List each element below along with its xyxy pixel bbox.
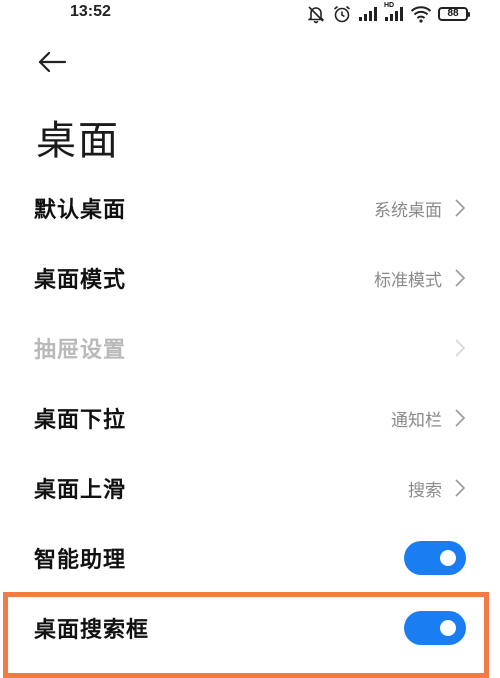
network-hd-label: HD	[384, 2, 395, 9]
toggle-knob	[440, 550, 456, 566]
setting-value: 搜索	[408, 480, 442, 501]
back-button[interactable]	[34, 46, 70, 82]
setting-label: 抽屉设置	[34, 338, 127, 363]
battery-level: 88	[447, 8, 459, 19]
toggle-knob	[440, 620, 456, 636]
setting-desktop-mode[interactable]: 桌面模式 标准模式	[0, 243, 500, 313]
setting-swipe-down[interactable]: 桌面下拉 通知栏	[0, 383, 500, 453]
setting-default-launcher[interactable]: 默认桌面 系统桌面	[0, 173, 500, 243]
setting-search-bar[interactable]: 桌面搜索框	[0, 593, 500, 663]
chevron-right-icon	[454, 408, 466, 428]
alarm-icon	[332, 4, 352, 24]
smart-assistant-toggle[interactable]	[404, 541, 466, 575]
wifi-icon	[410, 5, 432, 23]
chevron-right-icon	[454, 198, 466, 218]
settings-list: 默认桌面 系统桌面 桌面模式 标准模式 抽屉设置 桌面下拉 通知栏 桌面上滑 搜…	[0, 173, 500, 663]
mute-icon	[306, 4, 326, 24]
setting-label: 桌面模式	[34, 268, 127, 293]
status-icons: HD 88	[306, 2, 470, 24]
status-bar: 13:52 HD 88	[0, 0, 500, 28]
signal-hd-icon: HD	[384, 2, 404, 22]
search-bar-toggle[interactable]	[404, 611, 466, 645]
setting-value: 通知栏	[391, 410, 442, 431]
arrow-left-icon	[37, 50, 67, 78]
chevron-right-icon	[454, 338, 466, 358]
chevron-right-icon	[454, 268, 466, 288]
chevron-right-icon	[454, 478, 466, 498]
setting-drawer: 抽屉设置	[0, 313, 500, 383]
status-time: 13:52	[70, 3, 111, 20]
setting-value: 标准模式	[374, 270, 442, 291]
setting-label: 桌面上滑	[34, 478, 127, 503]
setting-label: 默认桌面	[34, 198, 127, 223]
signal-icon	[358, 6, 378, 22]
setting-label: 桌面搜索框	[34, 618, 150, 643]
page-title: 桌面	[36, 118, 120, 164]
setting-label: 桌面下拉	[34, 408, 127, 433]
setting-label: 智能助理	[34, 548, 127, 573]
battery-icon: 88	[438, 7, 470, 21]
setting-value: 系统桌面	[374, 200, 442, 221]
setting-swipe-up[interactable]: 桌面上滑 搜索	[0, 453, 500, 523]
setting-smart-assistant[interactable]: 智能助理	[0, 523, 500, 593]
